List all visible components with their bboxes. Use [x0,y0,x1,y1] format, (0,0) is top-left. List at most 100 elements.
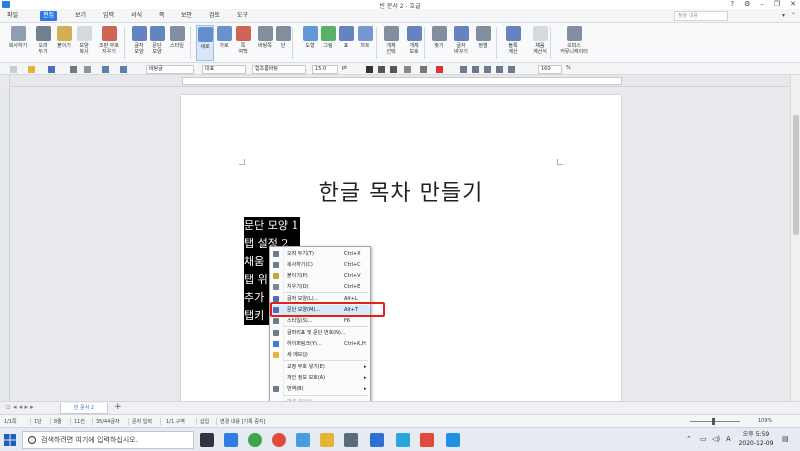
distribute-icon[interactable] [508,66,515,73]
context-menu-item-7[interactable]: 글머리표 및 문단 번호(N)... [270,328,370,338]
status-char-count[interactable]: 35/44글자 [96,418,120,425]
undo-icon[interactable] [102,66,109,73]
print-icon[interactable] [70,66,77,73]
zoom-slider[interactable] [690,421,740,422]
edge-icon[interactable] [224,433,238,447]
ribbon-button-1[interactable]: 오려 두기 [34,25,52,61]
ribbon-button-17[interactable]: 개체 선택 [382,25,400,61]
menu-view[interactable]: 보기 [72,11,89,21]
menu-format[interactable]: 서식 [128,11,145,21]
ribbon-button-9[interactable]: 가로 [216,25,232,61]
menu-insert[interactable]: 입력 [100,11,117,21]
save-icon[interactable] [48,66,55,73]
ribbon-button-6[interactable]: 문단 모양 [148,25,166,61]
status-section-count[interactable]: 1/1 구역 [166,418,185,425]
scroll-thumb[interactable] [793,115,799,235]
open-icon[interactable] [28,66,35,73]
ribbon-button-20[interactable]: 글자 바꾸기 [450,25,472,61]
ribbon-button-4[interactable]: 조판 부호 지우기 [94,25,124,61]
ribbon-button-12[interactable]: 단 [276,25,291,61]
strike-icon[interactable] [404,66,411,73]
chrome-icon[interactable] [272,433,286,447]
align-left-icon[interactable] [472,66,479,73]
ribbon-button-19[interactable]: 찾기 [430,25,448,61]
context-menu-item-0[interactable]: 오려 두기(T) Ctrl+X [270,249,370,259]
language-select[interactable]: 대표 [202,65,246,74]
ribbon-button-5[interactable]: 글자 모양 [130,25,148,61]
font-color-icon[interactable] [436,66,443,73]
context-menu-item-9[interactable]: 새 메모(J) [270,350,370,360]
ribbon-button-2[interactable]: 붙이기 [54,25,74,61]
chrome-alt-icon[interactable] [248,433,262,447]
network-icon[interactable]: ▭ [700,435,707,443]
context-menu-item-3[interactable]: 지우기(D) Ctrl+E [270,282,370,292]
status-track-changes[interactable]: 변경 내용 [기록 중지] [220,418,265,425]
font-select[interactable]: 함초롬바탕 [252,65,306,74]
status-insert-mode[interactable]: 삽입 [200,418,209,425]
context-menu-item-10[interactable]: 교정 부호 넣기(E) ▸ [270,362,370,372]
word-icon[interactable] [370,433,384,447]
hwp-task-icon[interactable] [446,433,460,447]
ribbon-button-22[interactable]: 블록 계산 [502,25,524,61]
bold-icon[interactable] [366,66,373,73]
menu-edit[interactable]: 편집 [40,11,58,21]
app-icon[interactable] [420,433,434,447]
status-page[interactable]: 1/1쪽 [4,418,17,425]
app-icon[interactable] [396,433,410,447]
app-icon[interactable] [344,433,358,447]
notification-icon[interactable]: ▤ [782,435,789,443]
minimize-icon[interactable]: – [760,0,764,9]
context-menu-item-12[interactable]: 번역(B) ▸ [270,384,370,394]
maximize-icon[interactable]: ❐ [774,0,780,9]
ribbon-button-18[interactable]: 개체 보호 [402,25,426,61]
menu-search-input[interactable]: 찾을 내용 [674,11,728,21]
ribbon-button-23[interactable]: 채움 계산식 [528,25,552,61]
vertical-scrollbar[interactable] [790,75,800,401]
taskbar-clock[interactable]: 오후 5:59 2020-12-09 [736,430,776,448]
ribbon-button-3[interactable]: 모양 복사 [76,25,92,61]
document-title[interactable]: 한글 목차 만들기 [181,175,621,207]
ribbon-button-13[interactable]: 도형 [302,25,318,61]
style-select[interactable]: 바탕글 [146,65,194,74]
ribbon-button-7[interactable]: 스타일 [166,25,188,61]
menu-tools[interactable]: 도구 [234,11,251,21]
font-size-input[interactable]: 15.0 [312,65,338,74]
ribbon-button-0[interactable]: 복사하기 [6,25,30,61]
superscript-icon[interactable] [420,66,427,73]
status-zoom[interactable]: 109% [758,418,772,424]
selected-line[interactable]: 문단 모양 1 [244,217,301,235]
ribbon-button-21[interactable]: 정렬 [474,25,492,61]
italic-icon[interactable] [378,66,385,73]
windows-start-icon[interactable] [4,434,16,446]
redo-icon[interactable] [120,66,127,73]
settings-icon[interactable]: ⚙ [744,0,750,9]
status-line[interactable]: 8줄 [54,418,62,425]
menu-security[interactable]: 보안 [178,11,195,21]
ribbon-button-14[interactable]: 그림 [320,25,336,61]
context-menu-item-1[interactable]: 복사하기(C) Ctrl+C [270,260,370,270]
explorer-icon[interactable] [320,433,334,447]
menu-page[interactable]: 쪽 [156,11,168,21]
volume-icon[interactable]: ◁) [712,435,720,443]
task-view-icon[interactable] [200,433,214,447]
ribbon-button-16[interactable]: 차트 [356,25,374,61]
arrow-up-icon[interactable]: ⌃ [791,12,796,19]
context-menu-item-8[interactable]: 하이퍼링크(Y)... Ctrl+K,H [270,339,370,349]
add-tab-button[interactable]: + [114,402,122,412]
status-input-mode[interactable]: 문자 입력 [132,418,152,425]
align-justify-icon[interactable] [460,66,467,73]
tray-arrow-icon[interactable]: ⌃ [686,435,692,443]
vertical-ruler[interactable] [0,87,10,401]
help-icon[interactable]: ? [730,0,734,9]
new-doc-icon[interactable] [10,66,17,73]
ribbon-button-10[interactable]: 쪽 여백 [234,25,252,61]
status-column[interactable]: 11칸 [74,418,85,425]
status-section[interactable]: 1단 [34,418,42,425]
menu-file[interactable]: 파일 [4,11,21,21]
zoom-input[interactable]: 160 [538,65,562,74]
taskbar-search-input[interactable]: 검색하려면 여기에 입력하십시오. [22,431,194,449]
app-icon[interactable] [296,433,310,447]
tab-document[interactable]: 빈 문서 2 [60,403,108,414]
menu-review[interactable]: 검토 [206,11,223,21]
ribbon-button-24[interactable]: 오피스 커뮤니케이터 [556,25,592,61]
